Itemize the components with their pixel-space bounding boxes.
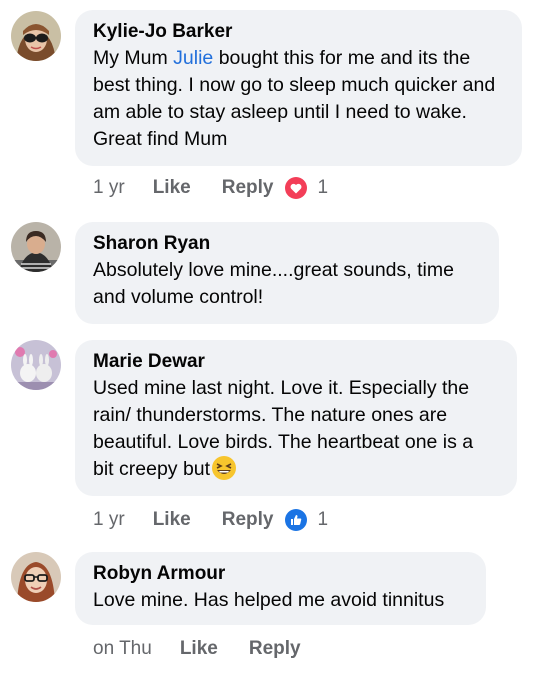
reply-button[interactable]: Reply: [222, 509, 274, 531]
avatar-image: [11, 11, 61, 61]
comment-text: Love mine. Has helped me avoid tinnitus: [93, 589, 445, 611]
avatar-image: [11, 552, 61, 602]
comment-actions: on Thu Like Reply: [93, 634, 313, 664]
like-button[interactable]: Like: [180, 638, 218, 660]
comment-author[interactable]: Kylie-Jo Barker: [93, 19, 504, 45]
comment-author[interactable]: Sharon Ryan: [93, 231, 481, 257]
comment-text: Used mine last night. Love it. Especiall…: [93, 375, 499, 483]
comment-author[interactable]: Marie Dewar: [93, 349, 499, 375]
comment-timestamp[interactable]: on Thu: [93, 638, 152, 660]
grinning-squinting-face-emoji: [212, 456, 237, 480]
comment-text: My Mum Julie bought this for me and its …: [93, 45, 504, 153]
like-button[interactable]: Like: [153, 509, 191, 531]
comment-bubble: Kylie-Jo Barker My Mum Julie bought this…: [75, 10, 522, 166]
comment-bubble: Marie Dewar Used mine last night. Love i…: [75, 340, 517, 496]
avatar[interactable]: [11, 340, 61, 390]
like-button[interactable]: Like: [153, 177, 191, 199]
comment-timestamp[interactable]: 1 yr: [93, 177, 125, 199]
avatar-image: [11, 340, 61, 390]
avatar-image: [11, 222, 61, 272]
heart-icon[interactable]: [285, 177, 308, 199]
reply-button[interactable]: Reply: [249, 638, 301, 660]
avatar[interactable]: [11, 11, 61, 61]
comment-bubble: Sharon Ryan Absolutely love mine....grea…: [75, 222, 499, 324]
avatar[interactable]: [11, 552, 61, 602]
comment-text-body: Used mine last night. Love it. Especiall…: [93, 377, 474, 480]
comment-actions: 1 yr Like Reply 1: [93, 173, 328, 203]
reply-button[interactable]: Reply: [222, 177, 274, 199]
comment-bubble: Robyn Armour Love mine. Has helped me av…: [75, 552, 486, 625]
comment-text-start: My Mum: [93, 47, 174, 69]
comment-actions: 1 yr Like Reply 1: [93, 505, 328, 535]
thumbs-up-icon[interactable]: [285, 509, 308, 531]
comment-text: Absolutely love mine....great sounds, ti…: [93, 259, 454, 308]
reaction-count[interactable]: 1: [317, 177, 328, 199]
comment-timestamp[interactable]: 1 yr: [93, 509, 125, 531]
avatar[interactable]: [11, 222, 61, 272]
mention-link[interactable]: Julie: [173, 47, 213, 69]
reaction-count[interactable]: 1: [317, 509, 328, 531]
comment-author[interactable]: Robyn Armour: [93, 561, 468, 587]
